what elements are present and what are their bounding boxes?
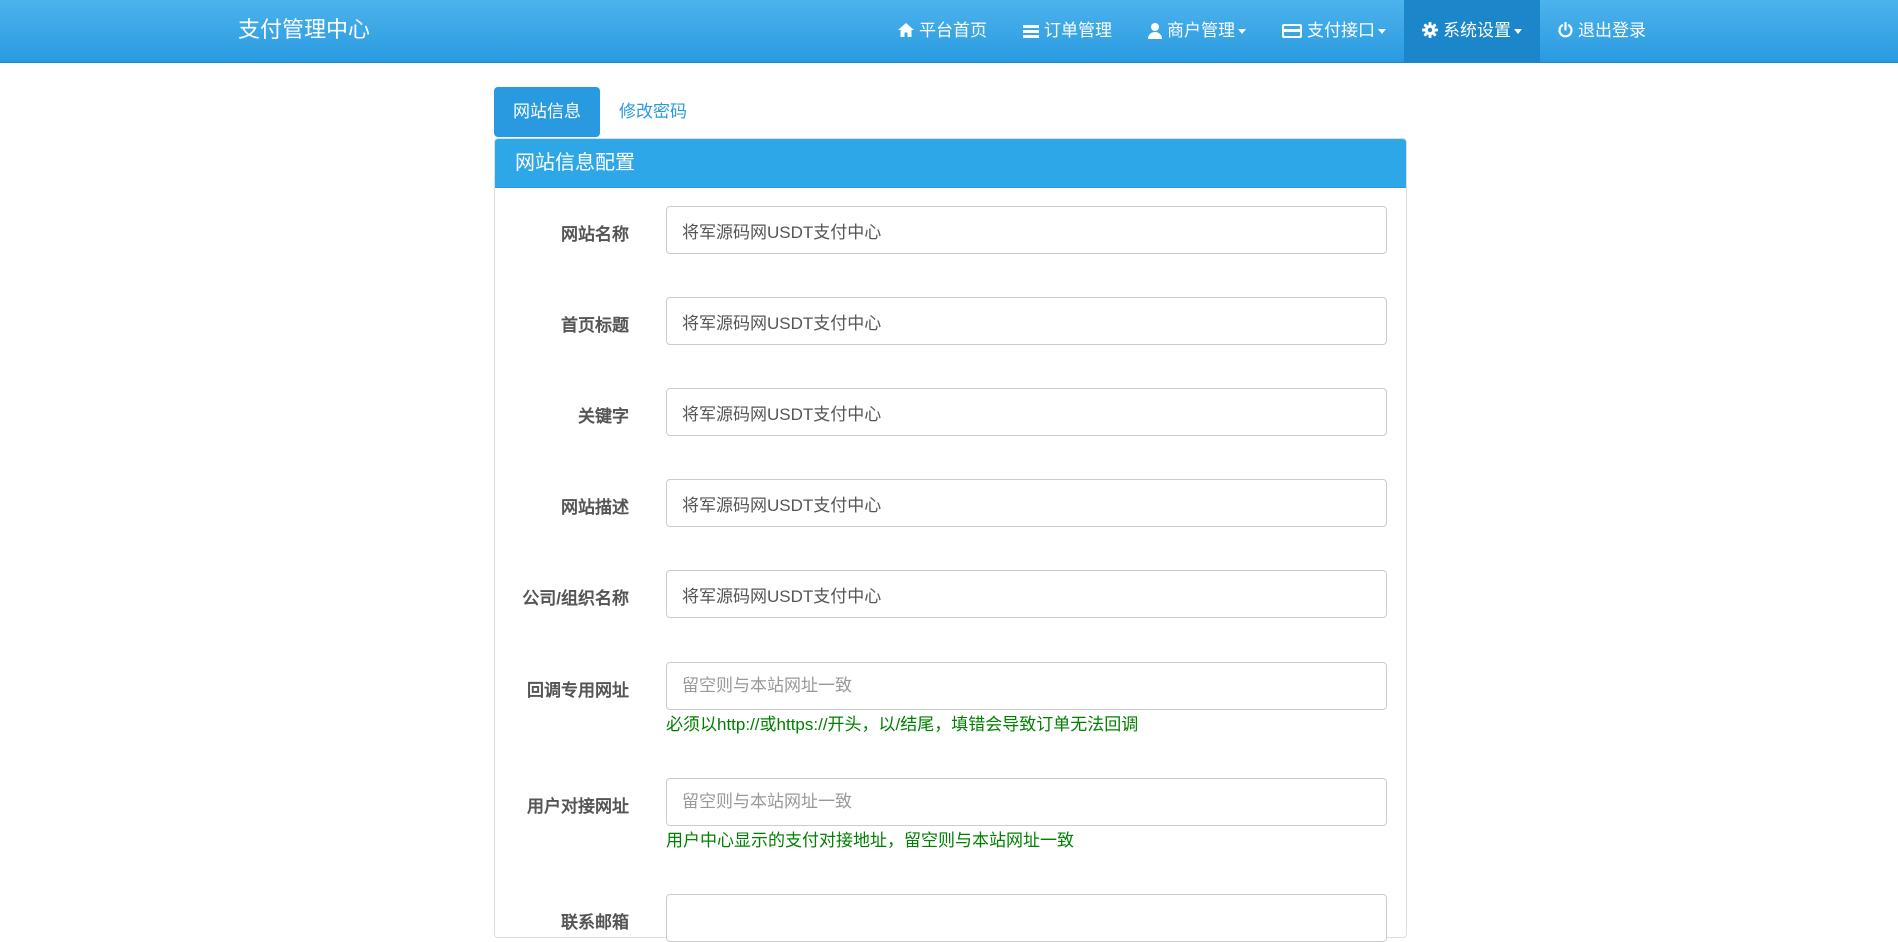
keywords-label: 关键字 xyxy=(578,407,629,426)
nav-item-payment[interactable]: 支付接口 xyxy=(1264,0,1404,62)
site-name-input[interactable] xyxy=(666,206,1387,254)
power-icon xyxy=(1558,21,1573,41)
tab-change-password[interactable]: 修改密码 xyxy=(600,87,706,137)
nav-item-logout-label: 退出登录 xyxy=(1578,21,1646,40)
company-input[interactable] xyxy=(666,570,1387,618)
company-label: 公司/组织名称 xyxy=(522,589,629,608)
nav-item-payment-label: 支付接口 xyxy=(1307,21,1375,40)
description-input[interactable] xyxy=(666,479,1387,527)
keywords-input[interactable] xyxy=(666,388,1387,436)
callback-url-label: 回调专用网址 xyxy=(527,681,629,700)
user-api-url-label: 用户对接网址 xyxy=(527,797,629,816)
nav-item-merchants-label: 商户管理 xyxy=(1167,21,1235,40)
nav-item-home-label: 平台首页 xyxy=(919,21,987,40)
chevron-down-icon xyxy=(1514,28,1522,34)
list-icon xyxy=(1023,24,1039,38)
callback-url-help: 必须以http://或https://开头，以/结尾，填错会导致订单无法回调 xyxy=(666,715,1139,734)
nav-item-home[interactable]: 平台首页 xyxy=(880,0,1005,62)
user-api-url-input[interactable] xyxy=(666,778,1387,826)
nav-item-settings-label: 系统设置 xyxy=(1443,21,1511,40)
brand-title[interactable]: 支付管理中心 xyxy=(238,0,370,62)
nav-item-orders[interactable]: 订单管理 xyxy=(1005,0,1130,62)
top-navbar: 支付管理中心 平台首页 订单管理 商户管理 支付接口 系统设置 退出登录 xyxy=(0,0,1898,63)
user-icon xyxy=(1148,23,1162,39)
main-nav: 平台首页 订单管理 商户管理 支付接口 系统设置 退出登录 xyxy=(880,0,1664,62)
tab-site-info[interactable]: 网站信息 xyxy=(494,87,600,137)
settings-tabs: 网站信息 修改密码 xyxy=(494,87,706,138)
nav-item-settings[interactable]: 系统设置 xyxy=(1404,0,1540,62)
home-title-label: 首页标题 xyxy=(561,316,629,335)
nav-item-merchants[interactable]: 商户管理 xyxy=(1130,0,1264,62)
credit-card-icon xyxy=(1282,24,1302,38)
chevron-down-icon xyxy=(1238,28,1246,34)
site-config-panel: 网站信息配置 网站名称 首页标题 关键字 网站描述 公司/组织名称 回调专用网址… xyxy=(494,138,1407,942)
gear-icon xyxy=(1422,21,1438,41)
panel-title: 网站信息配置 xyxy=(495,139,1406,188)
nav-item-logout[interactable]: 退出登录 xyxy=(1540,0,1664,62)
contact-email-label: 联系邮箱 xyxy=(561,913,629,932)
home-icon xyxy=(898,22,914,40)
user-api-url-help: 用户中心显示的支付对接地址，留空则与本站网址一致 xyxy=(666,831,1074,850)
callback-url-input[interactable] xyxy=(666,662,1387,710)
chevron-down-icon xyxy=(1378,28,1386,34)
home-title-input[interactable] xyxy=(666,297,1387,345)
description-label: 网站描述 xyxy=(561,498,629,517)
contact-email-input[interactable] xyxy=(666,894,1387,942)
site-name-label: 网站名称 xyxy=(561,225,629,244)
nav-item-orders-label: 订单管理 xyxy=(1044,21,1112,40)
